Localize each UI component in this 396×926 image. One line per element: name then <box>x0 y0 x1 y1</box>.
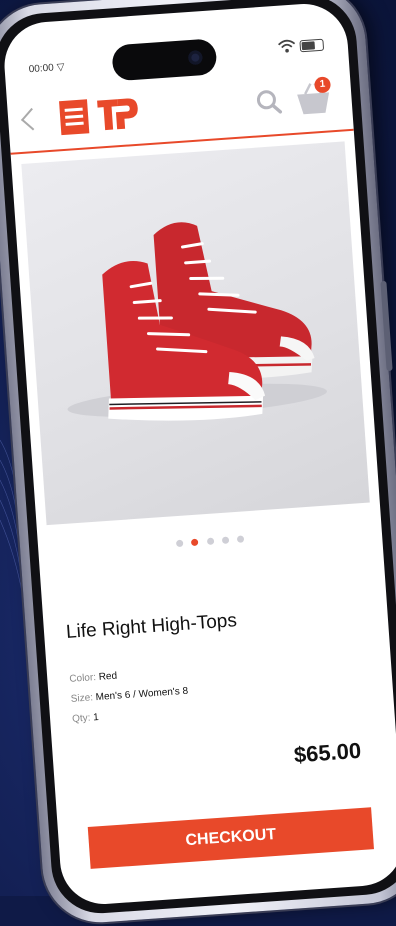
size-value: Men's 6 / Women's 8 <box>95 685 189 704</box>
qty-label: Qty: <box>71 712 91 725</box>
wifi-icon <box>277 39 296 53</box>
camera-icon <box>187 50 203 66</box>
qty-value: 1 <box>92 711 100 724</box>
sneakers-illustration <box>67 222 327 421</box>
carousel-dot[interactable] <box>175 539 184 548</box>
battery-icon <box>299 38 325 53</box>
app-header: 1 <box>6 68 354 155</box>
product-title: Life Right High-Tops <box>65 610 238 644</box>
color-value: Red <box>98 670 118 683</box>
checkout-button[interactable]: CHECKOUT <box>87 807 374 869</box>
product-image[interactable] <box>21 141 370 526</box>
app-screen: 00:00 ▽ 1 Life Right High-Tops Color: Re… <box>1 1 396 907</box>
phone-device: 00:00 ▽ 1 Life Right High-Tops Color: Re… <box>0 0 396 926</box>
brand-logo[interactable] <box>95 92 142 135</box>
product-color: Color: Red <box>69 671 117 685</box>
back-chevron-icon[interactable] <box>20 107 44 131</box>
carousel-dot[interactable] <box>206 537 214 546</box>
network-icon: ▽ <box>56 61 65 74</box>
carousel-dots <box>38 520 382 562</box>
color-label: Color: <box>69 672 97 685</box>
product-price: $65.00 <box>293 737 362 768</box>
carousel-dot[interactable] <box>221 536 230 544</box>
search-icon[interactable] <box>255 88 283 116</box>
menu-icon[interactable] <box>59 99 90 136</box>
dynamic-island <box>111 38 218 82</box>
product-qty: Qty: 1 <box>72 712 99 725</box>
phone-mockup: 00:00 ▽ 1 Life Right High-Tops Color: Re… <box>0 0 396 926</box>
size-label: Size: <box>70 692 94 705</box>
status-time: 00:00 ▽ <box>28 61 65 76</box>
status-time-text: 00:00 <box>28 62 55 76</box>
carousel-dot-active[interactable] <box>190 538 199 547</box>
product-size: Size: Men's 6 / Women's 8 <box>70 686 188 705</box>
carousel-dot[interactable] <box>237 535 245 543</box>
